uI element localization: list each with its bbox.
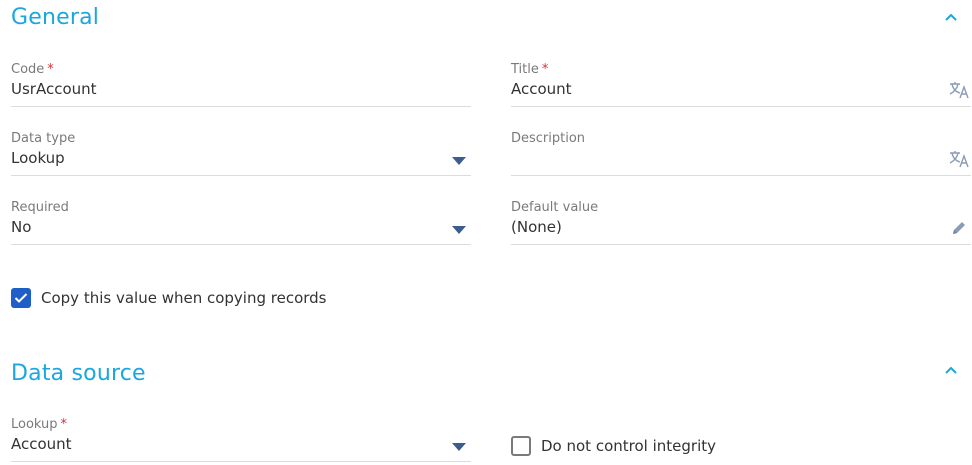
title-field[interactable]: Title * Account [511, 62, 971, 107]
lookup-value[interactable]: Account [11, 434, 72, 454]
pencil-icon [953, 222, 965, 234]
section-title-general: General [11, 5, 100, 30]
required-dropdown-button[interactable] [449, 220, 469, 240]
edit-default-value-button[interactable] [949, 218, 969, 238]
required-value[interactable]: No [11, 217, 31, 237]
lookup-dropdown-button[interactable] [449, 437, 469, 457]
chevron-up-icon [945, 366, 957, 374]
required-mark: * [47, 62, 54, 77]
required-mark: * [60, 417, 68, 432]
data-type-dropdown-button[interactable] [449, 151, 469, 171]
data-type-label: Data type [11, 131, 76, 146]
title-value[interactable]: Account [511, 79, 572, 99]
code-label: Code * [11, 62, 54, 77]
copy-value-checkbox-row[interactable]: Copy this value when copying records [11, 288, 327, 308]
translate-description-button[interactable] [949, 149, 969, 169]
lookup-label: Lookup * [11, 417, 68, 432]
collapse-general-button[interactable] [940, 9, 962, 25]
title-label: Title * [511, 62, 549, 77]
dropdown-arrow-icon [452, 157, 466, 165]
description-label: Description [511, 131, 586, 146]
code-field[interactable]: Code * UsrAccount [11, 62, 471, 107]
integrity-checkbox-row[interactable]: Do not control integrity [511, 436, 716, 456]
lookup-field[interactable]: Lookup * Account [11, 417, 471, 462]
section-title-data-source: Data source [11, 361, 146, 386]
translate-title-button[interactable] [949, 80, 969, 100]
integrity-label: Do not control integrity [541, 437, 716, 455]
default-value-value[interactable]: (None) [511, 217, 562, 237]
default-value-label: Default value [511, 200, 599, 215]
translate-icon [949, 151, 969, 168]
required-label: Required [11, 200, 69, 215]
dropdown-arrow-icon [452, 226, 466, 234]
integrity-checkbox[interactable] [511, 436, 531, 456]
dropdown-arrow-icon [452, 443, 466, 451]
data-type-field[interactable]: Data type Lookup [11, 131, 471, 176]
code-value[interactable]: UsrAccount [11, 79, 97, 99]
default-value-field[interactable]: Default value (None) [511, 200, 971, 245]
checkmark-icon [14, 293, 28, 303]
description-field[interactable]: Description [511, 131, 971, 176]
required-field[interactable]: Required No [11, 200, 471, 245]
chevron-up-icon [945, 13, 957, 21]
copy-value-checkbox[interactable] [11, 288, 31, 308]
collapse-data-source-button[interactable] [940, 362, 962, 378]
data-type-value[interactable]: Lookup [11, 148, 65, 168]
required-mark: * [541, 62, 549, 77]
copy-value-label: Copy this value when copying records [41, 289, 327, 307]
translate-icon [949, 82, 969, 99]
